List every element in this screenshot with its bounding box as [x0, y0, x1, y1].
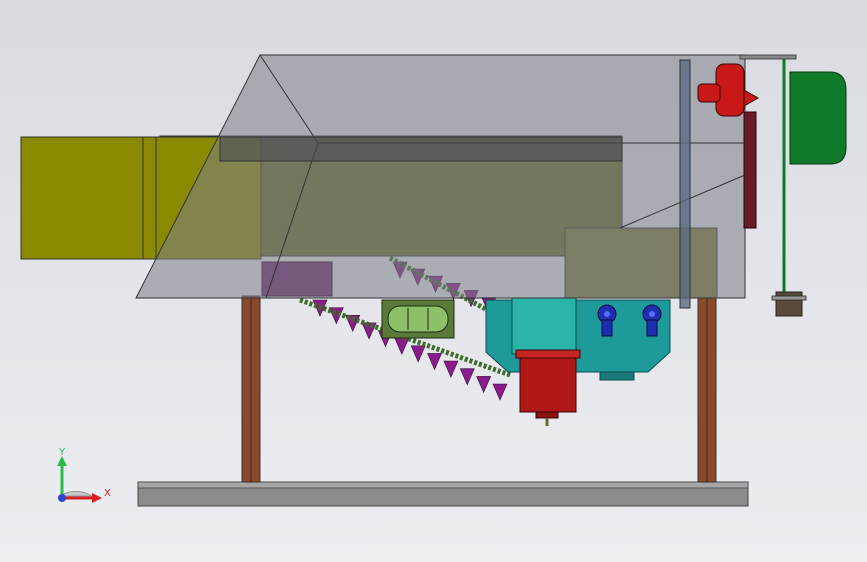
sprocket-housing[interactable]: [381, 299, 455, 339]
gearbox[interactable]: [485, 297, 671, 381]
x-axis-label: X: [104, 488, 111, 499]
side-bracket[interactable]: [743, 111, 757, 229]
spike-tooth: [492, 383, 508, 401]
coordinate-triad-icon: Y X: [57, 447, 111, 503]
y-axis-label: Y: [58, 447, 66, 458]
spike-tooth: [443, 360, 459, 378]
coupling[interactable]: [771, 291, 807, 317]
spike-tooth: [361, 322, 377, 340]
right-leg[interactable]: [697, 295, 717, 483]
cad-viewport[interactable]: Y X: [0, 0, 867, 562]
hopper[interactable]: [135, 54, 746, 309]
spike-tooth: [459, 368, 475, 386]
spike-tooth: [394, 337, 410, 355]
spike-tooth: [328, 307, 344, 325]
spike-tooth: [476, 376, 492, 394]
spike-tooth: [427, 353, 443, 371]
motor[interactable]: [515, 349, 581, 426]
base-rail[interactable]: [137, 481, 749, 507]
spike-tooth: [410, 345, 426, 363]
left-leg[interactable]: [241, 295, 261, 483]
